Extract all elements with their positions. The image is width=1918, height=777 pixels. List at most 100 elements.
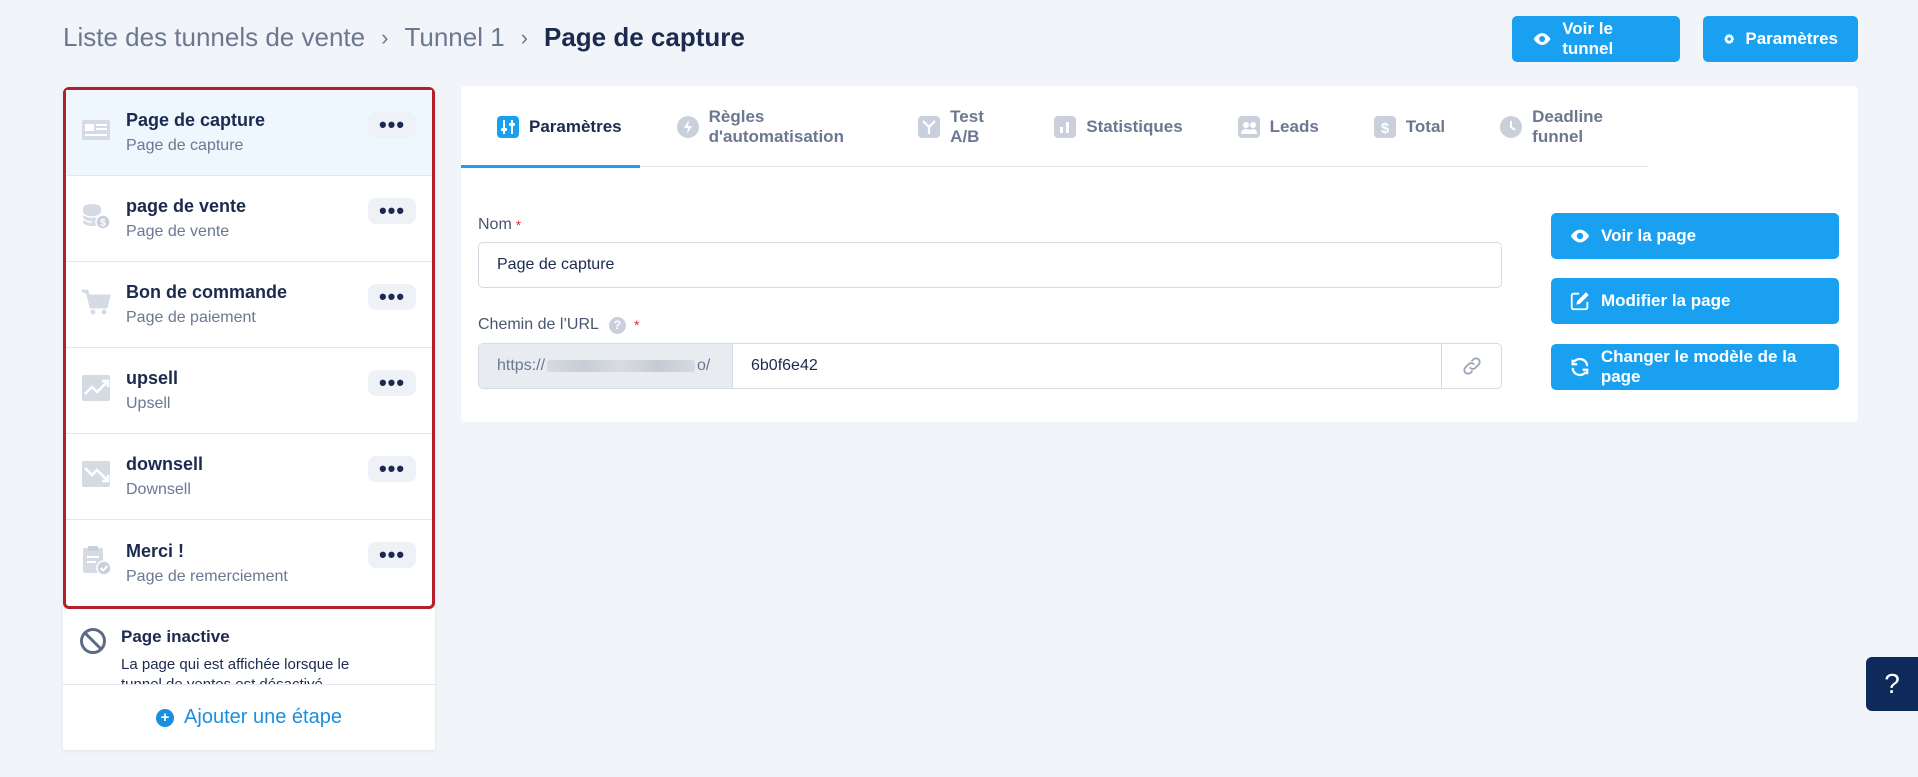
clock-icon <box>1500 115 1523 138</box>
help-button[interactable]: ? <box>1866 657 1918 711</box>
tab-automation-rules[interactable]: Règles d'automatisation <box>640 86 882 167</box>
url-path-field: https:// o/ 6b0f6e42 <box>478 343 1502 389</box>
tab-leads[interactable]: Leads <box>1201 86 1337 167</box>
more-options-button[interactable]: ••• <box>368 284 416 310</box>
tab-label: Test A/B <box>950 106 984 146</box>
view-funnel-button[interactable]: Voir le tunnel <box>1512 16 1680 62</box>
tab-label: Statistiques <box>1086 116 1183 136</box>
step-title: upsell <box>126 368 179 388</box>
required-mark: * <box>515 217 522 233</box>
tab-deadline-funnel[interactable]: Deadline funnel <box>1463 86 1648 167</box>
tab-label: Total <box>1405 116 1446 136</box>
more-options-button[interactable]: ••• <box>368 112 416 138</box>
breadcrumb-separator: › <box>520 24 528 50</box>
more-options-button[interactable]: ••• <box>368 370 416 396</box>
eye-icon <box>1570 229 1590 243</box>
bolt-icon <box>676 115 699 138</box>
url-prefix-start: https:// <box>497 357 546 374</box>
breadcrumb: Liste des tunnels de vente › Tunnel 1 › … <box>63 22 745 53</box>
eye-icon <box>1533 33 1551 45</box>
more-options-button[interactable]: ••• <box>368 198 416 224</box>
url-prefix: https:// o/ <box>479 344 733 388</box>
name-label-text: Nom <box>478 216 512 233</box>
step-title: page de vente <box>126 196 247 216</box>
view-page-button[interactable]: Voir la page <box>1551 213 1839 259</box>
url-prefix-end: o/ <box>697 357 711 374</box>
tab-label: Deadline funnel <box>1532 106 1604 146</box>
more-options-button[interactable]: ••• <box>368 542 416 568</box>
breadcrumb-separator: › <box>381 24 389 50</box>
clipboard-check-icon <box>80 544 112 576</box>
name-input[interactable]: Page de capture <box>478 242 1502 288</box>
step-title: Page de capture <box>126 110 266 130</box>
tab-label: Paramètres <box>529 116 622 136</box>
step-title: Bon de commande <box>126 282 288 302</box>
step-subtitle: Downsell <box>126 481 191 498</box>
step-item[interactable]: Merci ! Page de remerciement ••• <box>66 520 432 606</box>
copy-link-button[interactable] <box>1441 344 1501 388</box>
edit-icon <box>1570 292 1589 311</box>
step-title: Merci ! <box>126 540 185 561</box>
step-item[interactable]: Bon de commande Page de paiement ••• <box>66 262 432 348</box>
step-subtitle: Page de capture <box>126 137 244 154</box>
add-step-label: Ajouter une étape <box>184 706 342 728</box>
view-page-label: Voir la page <box>1601 226 1697 245</box>
gear-icon <box>1724 33 1735 44</box>
tab-parametres[interactable]: Paramètres <box>461 86 640 168</box>
breadcrumb-funnel[interactable]: Tunnel 1 <box>404 22 504 53</box>
dollar-icon: $ <box>1373 115 1396 138</box>
bar-chart-icon <box>1054 115 1077 138</box>
edit-page-button[interactable]: Modifier la page <box>1551 278 1839 324</box>
cart-icon <box>80 286 112 318</box>
name-input-value: Page de capture <box>497 256 615 273</box>
settings-label: Paramètres <box>1745 29 1838 48</box>
svg-text:$: $ <box>100 218 106 229</box>
trend-down-icon <box>80 458 112 490</box>
tab-label: Règles d'automatisation <box>708 106 844 146</box>
redacted-domain <box>547 360 696 372</box>
edit-page-label: Modifier la page <box>1601 291 1731 310</box>
coins-icon: $ <box>80 200 112 232</box>
url-path-input[interactable]: 6b0f6e42 <box>733 344 1441 388</box>
form-page-icon <box>80 114 112 146</box>
step-subtitle: Page de paiement <box>126 309 256 326</box>
page-title: Page de capture <box>543 22 745 52</box>
tab-bar: Paramètres Règles d'automatisation Test … <box>461 86 1648 168</box>
step-subtitle: Page de vente <box>126 223 230 240</box>
settings-button[interactable]: Paramètres <box>1703 16 1858 62</box>
plus-circle-icon: + <box>156 708 175 727</box>
view-funnel-label: Voir le tunnel <box>1562 19 1614 58</box>
prohibited-icon <box>80 628 106 654</box>
step-subtitle: Page de remerciement <box>126 567 288 585</box>
url-path-label: Chemin de l’URL ? * <box>478 316 639 334</box>
tab-total[interactable]: $ Total <box>1337 86 1463 167</box>
tab-ab-test[interactable]: Test A/B <box>881 86 1017 167</box>
sliders-icon <box>497 115 519 138</box>
inactive-page-description: La page qui est affichée lorsque le tunn… <box>121 656 350 684</box>
users-icon <box>1237 115 1260 138</box>
url-path-value: 6b0f6e42 <box>751 357 818 374</box>
settings-panel: Paramètres Règles d'automatisation Test … <box>461 86 1858 422</box>
step-item[interactable]: upsell Upsell ••• <box>66 348 432 434</box>
tab-label: Leads <box>1269 116 1319 136</box>
inactive-page-item[interactable]: Page inactive La page qui est affichée l… <box>63 609 435 684</box>
tab-statistics[interactable]: Statistiques <box>1017 86 1200 167</box>
svg-text:$: $ <box>1381 120 1390 137</box>
name-label: Nom * <box>478 216 521 234</box>
change-template-button[interactable]: Changer le modèle de la page <box>1551 344 1839 390</box>
step-title: downsell <box>126 454 204 474</box>
required-mark: * <box>633 317 640 333</box>
add-step-button[interactable]: + Ajouter une étape <box>63 684 435 750</box>
step-item[interactable]: downsell Downsell ••• <box>66 434 432 520</box>
trend-up-icon <box>80 372 112 404</box>
help-icon[interactable]: ? <box>608 316 626 334</box>
steps-list: Page de capture Page de capture ••• $ pa… <box>63 87 435 609</box>
more-options-button[interactable]: ••• <box>368 456 416 482</box>
change-template-label: Changer le modèle de la page <box>1600 347 1797 386</box>
step-item[interactable]: Page de capture Page de capture ••• <box>66 90 432 176</box>
refresh-icon <box>1571 357 1589 377</box>
step-subtitle: Upsell <box>126 395 171 412</box>
step-item[interactable]: $ page de vente Page de vente ••• <box>66 176 432 262</box>
breadcrumb-funnel-list[interactable]: Liste des tunnels de vente <box>63 22 365 53</box>
split-icon <box>918 115 941 138</box>
